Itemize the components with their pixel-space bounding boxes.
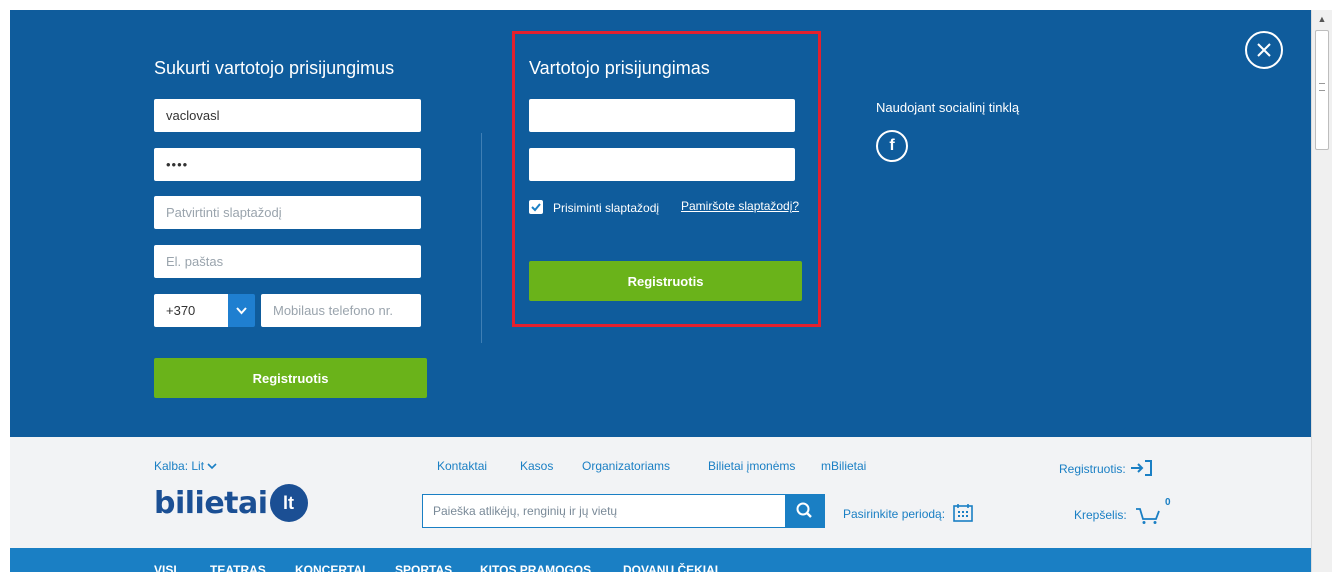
- login-password-input[interactable]: [529, 148, 795, 181]
- country-code-dropdown-button[interactable]: [228, 294, 255, 327]
- country-code-value: +370: [166, 303, 196, 318]
- remember-checkbox[interactable]: [529, 200, 543, 214]
- nav-item-gift-vouchers[interactable]: DOVANŲ ČEKIAI: [623, 563, 718, 572]
- nav-item-theatre[interactable]: TEATRAS: [210, 563, 266, 572]
- social-login-label: Naudojant socialinį tinklą: [876, 100, 1020, 115]
- page-scrollbar[interactable]: ▲: [1311, 10, 1332, 572]
- nav-link-corporate[interactable]: Bilietai įmonėms: [708, 459, 795, 473]
- chevron-down-icon: [207, 463, 217, 470]
- nav-link-mbilietai[interactable]: mBilietai: [821, 459, 866, 473]
- email-input[interactable]: [154, 245, 421, 278]
- country-code-select[interactable]: +370: [154, 294, 228, 327]
- sign-in-icon: [1131, 460, 1153, 476]
- logo-badge: lt: [269, 484, 308, 522]
- search-button[interactable]: [785, 494, 825, 528]
- cart-count: 0: [1165, 497, 1171, 508]
- cart-icon: [1136, 508, 1160, 524]
- remember-label: Prisiminti slaptažodį: [553, 201, 660, 215]
- confirm-password-input[interactable]: [154, 196, 421, 229]
- language-label: Kalba:: [154, 459, 189, 473]
- nav-link-organizers[interactable]: Organizatoriams: [582, 459, 670, 473]
- search-input[interactable]: [422, 494, 785, 528]
- scroll-thumb[interactable]: [1315, 30, 1329, 150]
- category-navbar: VISI TEATRAS KONCERTAI SPORTAS KITOS PRA…: [10, 548, 1311, 572]
- nav-link-contacts[interactable]: Kontaktai: [437, 459, 487, 473]
- login-username-input[interactable]: [529, 99, 795, 132]
- site-logo[interactable]: bilietai lt: [154, 484, 308, 522]
- period-label: Pasirinkite periodą:: [843, 507, 946, 521]
- dropdown-pointer: [1106, 427, 1126, 437]
- checkmark-icon: [531, 203, 541, 212]
- nav-item-sports[interactable]: SPORTAS: [395, 563, 452, 572]
- nav-item-all[interactable]: VISI: [154, 563, 177, 572]
- login-heading: Vartotojo prisijungimas: [529, 58, 710, 78]
- grip-icon: [1319, 83, 1325, 91]
- header-register-label: Registruotis:: [1059, 462, 1126, 476]
- cart-link[interactable]: Krepšelis: 0: [1074, 497, 1171, 525]
- register-username-input[interactable]: [154, 99, 421, 132]
- register-password-input[interactable]: [154, 148, 421, 181]
- forgot-password-link[interactable]: Pamiršote slaptažodį?: [681, 199, 799, 213]
- column-divider: [481, 133, 482, 343]
- calendar-icon: [953, 504, 974, 522]
- nav-item-concerts[interactable]: KONCERTAI: [295, 563, 365, 572]
- search-icon: [796, 502, 812, 518]
- language-value: Lit: [191, 459, 205, 473]
- login-submit-button[interactable]: Registruotis: [529, 261, 802, 301]
- period-picker[interactable]: Pasirinkite periodą:: [843, 503, 974, 523]
- scroll-up-arrow-icon[interactable]: ▲: [1312, 10, 1332, 28]
- close-x-glyph: [1257, 43, 1271, 57]
- chevron-down-icon: [236, 307, 247, 315]
- register-heading: Sukurti vartotojo prisijungimus: [154, 58, 395, 78]
- register-submit-button[interactable]: Registruotis: [154, 358, 427, 398]
- close-icon[interactable]: [1245, 31, 1283, 69]
- cart-label: Krepšelis:: [1074, 508, 1127, 522]
- header-register-link[interactable]: Registruotis:: [1059, 459, 1155, 477]
- nav-item-entertainment[interactable]: KITOS PRAMOGOS: [480, 563, 591, 572]
- facebook-icon[interactable]: f: [876, 130, 908, 162]
- language-selector[interactable]: Kalba: Lit: [154, 459, 217, 473]
- nav-link-ticket-offices[interactable]: Kasos: [520, 459, 553, 473]
- phone-input[interactable]: [261, 294, 421, 327]
- logo-wordmark: bilietai: [154, 485, 268, 521]
